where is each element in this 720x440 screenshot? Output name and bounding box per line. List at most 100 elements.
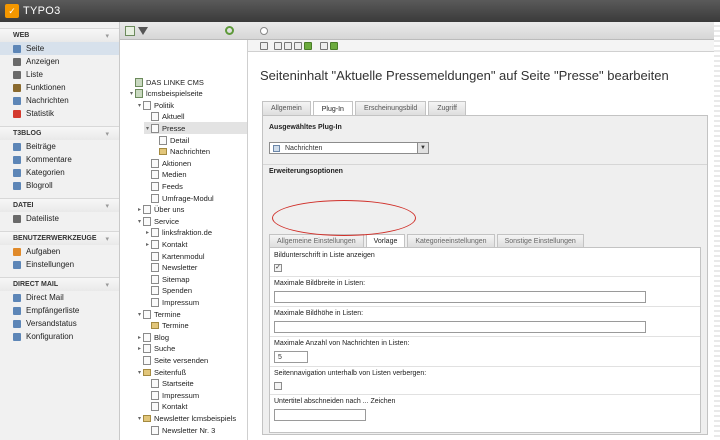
caption-checkbox[interactable]: ✓ — [274, 264, 282, 272]
tree-toggle-icon[interactable]: ▸ — [136, 345, 143, 352]
tree-node[interactable]: Nachrichten — [152, 146, 210, 158]
module-item-1-2[interactable]: Kategorien — [0, 166, 119, 179]
tree-node[interactable]: Newsletter Nr. 3 — [144, 424, 215, 436]
plugin-select[interactable]: Nachrichten ▼ — [269, 142, 429, 154]
tree-node[interactable]: Medien — [144, 169, 187, 181]
hide-nav-checkbox[interactable] — [274, 382, 282, 390]
module-item-1-3[interactable]: Blogroll — [0, 179, 119, 192]
refresh-icon[interactable] — [225, 26, 234, 35]
tab-2[interactable]: Erscheinungsbild — [354, 101, 427, 115]
page-icon — [159, 135, 167, 145]
tree-node[interactable]: ▸ Kontakt — [144, 238, 187, 250]
tree-toggle-icon[interactable]: ▸ — [136, 206, 143, 213]
module-item-3-1[interactable]: Einstellungen — [0, 258, 119, 271]
tab-3[interactable]: Zugriff — [428, 101, 466, 115]
tree-toggle-icon[interactable]: ▾ — [144, 125, 151, 132]
chevron-down-icon[interactable]: ▾ — [105, 130, 109, 138]
tree-node[interactable]: ▾ lcmsbeispielseite — [128, 88, 203, 100]
module-item-4-1[interactable]: Empfängerliste — [0, 304, 119, 317]
module-item-0-5[interactable]: Statistik — [0, 107, 119, 120]
module-group-3[interactable]: BENUTZERWERKZEUGE ▾ — [0, 231, 119, 245]
tree-node[interactable]: Umfrage-Modul — [144, 192, 214, 204]
tree-node[interactable]: Impressum — [144, 296, 199, 308]
module-group-2[interactable]: DATEI ▾ — [0, 198, 119, 212]
tree-node[interactable]: Kontakt — [144, 401, 187, 413]
chevron-down-icon[interactable]: ▼ — [417, 143, 428, 153]
module-item-1-1[interactable]: Kommentare — [0, 153, 119, 166]
typo3-logo-icon[interactable]: ✓ — [5, 4, 19, 18]
save-icon[interactable] — [274, 41, 282, 50]
tree-toggle-icon[interactable]: ▾ — [136, 369, 143, 376]
tree-node[interactable]: ▸ Über uns — [136, 204, 184, 216]
module-item-1-0[interactable]: Beiträge — [0, 140, 119, 153]
close-icon[interactable] — [260, 41, 268, 50]
module-item-0-0[interactable]: Seite — [0, 42, 119, 55]
tree-node[interactable]: Aktionen — [144, 157, 191, 169]
tree-node[interactable]: ▾ Newsletter lcmsbeispiels — [136, 412, 236, 424]
tree-toggle-icon[interactable]: ▸ — [144, 241, 151, 248]
tree-toggle-icon[interactable]: ▸ — [144, 229, 151, 236]
torn-edge-decoration — [714, 22, 720, 440]
subtab-1[interactable]: Vorlage — [365, 234, 406, 247]
tree-node[interactable]: Sitemap — [144, 273, 190, 285]
tree-node[interactable]: Detail — [152, 134, 189, 146]
tree-node[interactable]: Seite versenden — [136, 354, 208, 366]
subtitle-cut-input[interactable] — [274, 409, 366, 421]
divider — [270, 336, 700, 337]
max-height-input[interactable] — [274, 321, 646, 333]
save-new-icon[interactable] — [294, 41, 302, 50]
module-group-1[interactable]: T3BLOG ▾ — [0, 126, 119, 140]
chevron-down-icon[interactable]: ▾ — [105, 32, 109, 40]
tree-node[interactable]: ▾ Presse — [144, 122, 247, 135]
save-view-icon[interactable] — [284, 41, 292, 50]
max-width-input[interactable] — [274, 291, 646, 303]
tree-node[interactable]: Impressum — [144, 389, 199, 401]
tree-node[interactable]: Termine — [144, 320, 189, 332]
module-item-0-4[interactable]: Nachrichten — [0, 94, 119, 107]
chevron-down-icon[interactable]: ▾ — [105, 281, 109, 289]
tree-node[interactable]: ▸ Blog — [136, 331, 169, 343]
module-item-0-1[interactable]: Anzeigen — [0, 55, 119, 68]
new-page-icon[interactable] — [125, 25, 135, 36]
tree-node[interactable]: ▾ Termine — [136, 308, 181, 320]
save-close-icon[interactable] — [304, 41, 312, 50]
tree-node[interactable]: ▸ linksfraktion.de — [144, 227, 212, 239]
chevron-down-icon[interactable]: ▾ — [105, 202, 109, 210]
delete-icon[interactable] — [320, 41, 328, 50]
module-item-2-0[interactable]: Dateiliste — [0, 212, 119, 225]
tree-toggle-icon[interactable]: ▾ — [136, 415, 143, 422]
module-item-4-2[interactable]: Versandstatus — [0, 317, 119, 330]
tree-toggle-icon[interactable]: ▾ — [136, 102, 143, 109]
module-group-4[interactable]: DIRECT MAIL ▾ — [0, 277, 119, 291]
tree-toggle-icon[interactable]: ▾ — [136, 311, 143, 318]
subtab-2[interactable]: Kategorieeinstellungen — [407, 234, 495, 247]
tree-node[interactable]: DAS LINKE CMS — [128, 76, 204, 88]
tree-node[interactable]: Feeds — [144, 180, 183, 192]
tree-toggle-icon[interactable]: ▾ — [128, 90, 135, 97]
tab-1[interactable]: Plug-In — [312, 101, 353, 116]
tree-node[interactable]: ▾ Politik — [136, 99, 174, 111]
tree-node[interactable]: ▾ Seitenfuß — [136, 366, 186, 378]
module-item-0-3[interactable]: Funktionen — [0, 81, 119, 94]
tree-node[interactable]: Spenden — [144, 285, 192, 297]
filter-icon[interactable] — [138, 26, 148, 35]
tree-node[interactable]: Newsletter — [144, 262, 197, 274]
module-item-4-3[interactable]: Konfiguration — [0, 330, 119, 343]
tree-node[interactable]: ▾ Service — [136, 215, 179, 227]
module-item-3-0[interactable]: Aufgaben — [0, 245, 119, 258]
undo-icon[interactable] — [330, 41, 338, 50]
tree-toggle-icon[interactable]: ▾ — [136, 218, 143, 225]
tree-node[interactable]: Startseite — [144, 378, 194, 390]
module-group-0[interactable]: WEB ▾ — [0, 28, 119, 42]
tree-node[interactable]: Kartenmodul — [144, 250, 205, 262]
tree-node[interactable]: ▸ Suche — [136, 343, 175, 355]
subtab-3[interactable]: Sonstige Einstellungen — [496, 234, 584, 247]
max-count-input[interactable]: 5 — [274, 351, 308, 363]
tree-toggle-icon[interactable]: ▸ — [136, 334, 143, 341]
module-item-4-0[interactable]: Direct Mail — [0, 291, 119, 304]
help-icon[interactable] — [260, 27, 268, 35]
tree-node[interactable]: Aktuell — [144, 111, 185, 123]
chevron-down-icon[interactable]: ▾ — [105, 235, 109, 243]
tab-0[interactable]: Allgemein — [262, 101, 311, 115]
module-item-0-2[interactable]: Liste — [0, 68, 119, 81]
